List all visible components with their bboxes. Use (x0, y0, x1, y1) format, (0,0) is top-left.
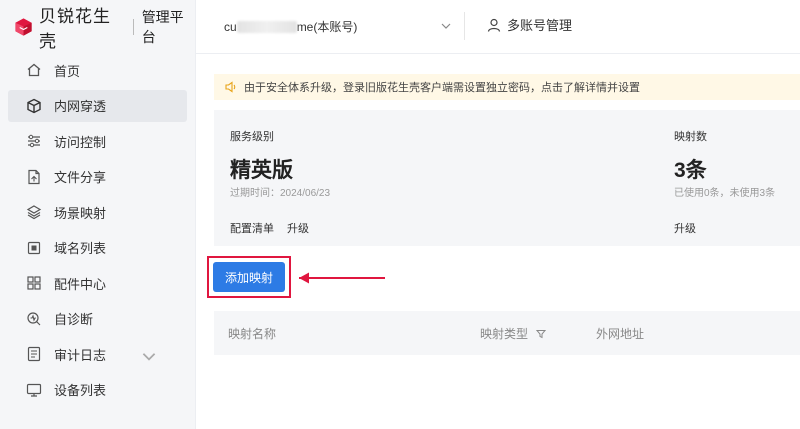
mapping-usage: 已使用0条，未使用3条 (674, 188, 776, 199)
sidebar: 贝锐花生壳 管理平台 首页 内网穿透 访问控制 文件分享 场景映射 域名列表 配… (0, 0, 196, 429)
divider (464, 12, 465, 40)
account-redacted (236, 21, 297, 33)
diagnose-icon (27, 311, 41, 325)
sidebar-item-home[interactable]: 首页 (8, 54, 187, 86)
add-mapping-highlight: 添加映射 (207, 256, 291, 298)
column-header-name: 映射名称 (228, 325, 276, 342)
mapping-upgrade-link[interactable]: 升级 (674, 220, 696, 236)
multi-account-label: 多账号管理 (507, 18, 573, 33)
sidebar-item-label: 配件中心 (54, 276, 107, 292)
speaker-icon (225, 81, 236, 93)
brand-logo-icon (15, 18, 32, 36)
sidebar-item-domain-list[interactable]: 域名列表 (8, 232, 187, 264)
column-label: 映射类型 (480, 327, 529, 341)
sidebar-item-label: 访问控制 (54, 134, 107, 150)
multi-account-button[interactable]: 多账号管理 (487, 15, 572, 34)
mapping-count-value: 3条 (674, 159, 707, 182)
mapping-table-header: 映射名称 映射类型 外网地址 (214, 311, 800, 355)
sidebar-item-label: 文件分享 (54, 170, 107, 185)
pointer-arrow-icon (299, 272, 385, 284)
file-share-icon (28, 169, 40, 184)
account-suffix: me(本账号) (296, 20, 358, 34)
chevron-down-icon (142, 353, 156, 361)
account-prefix: cu (224, 20, 237, 34)
layers-icon (26, 205, 42, 220)
column-label: 映射名称 (228, 327, 277, 341)
account-selector[interactable]: cu me(本账号) (224, 18, 357, 35)
expire-date: 过期时间：2024/06/23 (230, 188, 331, 199)
sidebar-item-label: 首页 (54, 63, 81, 79)
domain-icon (27, 241, 41, 254)
top-bar: cu me(本账号) 多账号管理 (196, 0, 800, 54)
sidebar-item-label: 设备列表 (54, 383, 107, 398)
service-summary-card: 服务级别 精英版 过期时间：2024/06/23 配置清单 升级 映射数 3条 … (214, 110, 800, 246)
notice-text: 由于安全体系升级，登录旧版花生壳客户端需设置独立密码，点击了解详情并设置 (244, 82, 640, 94)
service-level-value: 精英版 (230, 159, 293, 182)
security-notice[interactable]: 由于安全体系升级，登录旧版花生壳客户端需设置独立密码，点击了解详情并设置 (214, 74, 800, 100)
sidebar-item-label: 域名列表 (54, 241, 107, 256)
chevron-down-icon[interactable] (440, 20, 452, 32)
brand[interactable]: 贝锐花生壳 管理平台 (0, 0, 195, 54)
brand-subtitle: 管理平台 (141, 9, 184, 45)
user-icon (487, 18, 501, 32)
brand-divider (132, 19, 134, 35)
sidebar-item-diagnosis[interactable]: 自诊断 (8, 303, 187, 335)
filter-icon[interactable] (536, 329, 547, 339)
column-header-type: 映射类型 (480, 325, 547, 342)
home-icon (27, 63, 41, 77)
sidebar-item-access-control[interactable]: 访问控制 (8, 125, 187, 157)
sidebar-item-label: 审计日志 (54, 347, 107, 363)
grid-icon (27, 276, 41, 290)
brand-name: 贝锐花生壳 (39, 7, 112, 51)
sidebar-item-device-list[interactable]: 设备列表 (8, 374, 187, 406)
add-mapping-button[interactable]: 添加映射 (213, 262, 285, 292)
service-upgrade-link[interactable]: 升级 (287, 220, 309, 236)
sidebar-item-label: 内网穿透 (54, 99, 107, 114)
monitor-icon (26, 383, 42, 397)
sidebar-item-accessories[interactable]: 配件中心 (8, 267, 187, 299)
sliders-icon (28, 134, 40, 148)
service-level-label: 服务级别 (230, 131, 274, 143)
log-icon (27, 346, 41, 362)
sidebar-item-intranet[interactable]: 内网穿透 (8, 89, 187, 122)
mapping-count-label: 映射数 (674, 131, 707, 143)
config-list-link[interactable]: 配置清单 (230, 220, 274, 236)
sidebar-item-file-share[interactable]: 文件分享 (8, 161, 187, 193)
sidebar-item-label: 自诊断 (54, 312, 94, 327)
sidebar-item-label: 场景映射 (54, 205, 107, 221)
column-header-address: 外网地址 (596, 325, 644, 342)
sidebar-item-audit-log[interactable]: 审计日志 (8, 338, 187, 370)
column-label: 外网地址 (596, 327, 645, 341)
sidebar-item-scene-mapping[interactable]: 场景映射 (8, 196, 187, 228)
cube-icon (27, 98, 41, 113)
